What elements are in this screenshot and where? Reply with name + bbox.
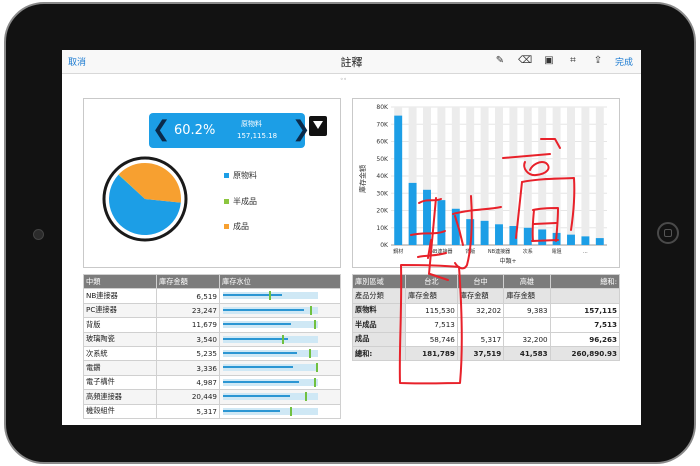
- camera-icon: [33, 229, 44, 240]
- annotation-stroke: [540, 138, 561, 149]
- annotation-stroke: [502, 153, 551, 159]
- annotation-stroke: [417, 252, 447, 258]
- annotation-stroke: [531, 209, 535, 242]
- annotation-stroke: [515, 181, 523, 239]
- annotation-stroke: [428, 197, 437, 275]
- annotation-stroke: [531, 239, 559, 242]
- handwritten-annotation: [398, 138, 576, 385]
- annotation-stroke: [454, 215, 464, 246]
- annotation-stroke: [523, 161, 550, 177]
- annotation-stroke: [454, 195, 473, 270]
- annotation-stroke: [533, 222, 557, 225]
- annotation-stroke: [418, 198, 442, 204]
- annotation-stroke: [429, 273, 449, 281]
- annotation-stroke: [452, 206, 502, 215]
- annotation-highlight-box: [398, 264, 463, 385]
- screen: 取消 註釋 ✎ ⌫ ▣ ⌗ ⇪ 完成 ◦◦ ❮ 60.2% 原物料 157,11…: [62, 50, 641, 425]
- annotation-stroke: [410, 230, 446, 236]
- home-button[interactable]: [657, 222, 679, 244]
- annotation-stroke: [521, 177, 576, 231]
